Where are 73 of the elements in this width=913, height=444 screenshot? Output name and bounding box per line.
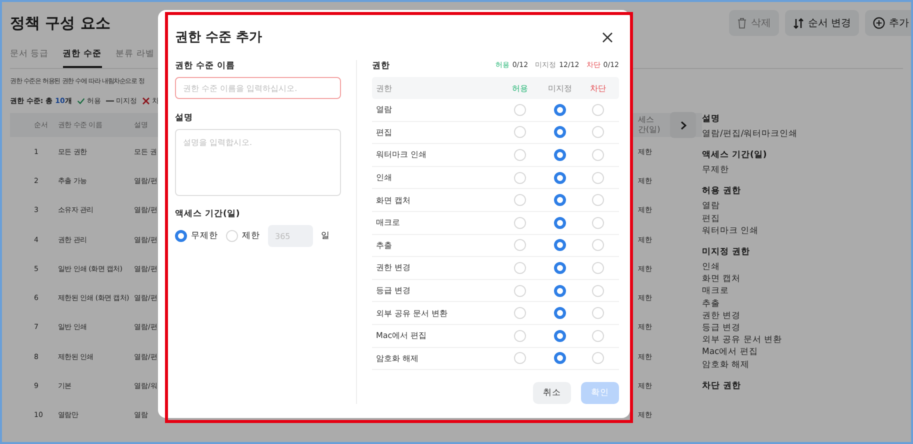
permission-name: 암호화 해제 — [375, 352, 420, 364]
radio-button[interactable] — [554, 307, 566, 320]
cancel-button[interactable]: 취소 — [533, 382, 571, 404]
detail-heading: 차단 권한 — [702, 380, 742, 392]
detail-value: 편집 — [702, 212, 721, 225]
detail-value: Mac에서 편집 — [702, 346, 759, 359]
detail-value: 추출 — [702, 298, 721, 310]
permission-name: 화면 캡처 — [375, 194, 412, 206]
trash-icon — [736, 17, 747, 29]
field-label: 설명 — [175, 112, 194, 124]
check-icon — [76, 97, 85, 105]
radio-button[interactable] — [554, 216, 566, 229]
permission-name: Mac에서 편집 — [375, 330, 428, 342]
detail-value: 암호화 해제 — [702, 358, 751, 371]
permission-name: 워터마크 인쇄 — [375, 149, 428, 160]
radio-button[interactable] — [554, 330, 566, 342]
field-label: 액세스 기간(일) — [175, 208, 241, 220]
toolbar-button[interactable]: 추가 — [865, 10, 911, 36]
radio-button[interactable] — [554, 104, 566, 116]
detail-value: 열람/편집/워터마크인쇄 — [702, 128, 798, 140]
detail-value: 매크로 — [702, 285, 730, 298]
detail-value: 권한 변경 — [702, 310, 742, 322]
column-header: 세스 간(일) — [638, 115, 662, 135]
radio-label: 무제한 — [191, 230, 218, 242]
field-label: 권한 수준 이름 — [175, 60, 236, 72]
radio-button[interactable] — [554, 126, 566, 138]
dash-icon — [106, 100, 114, 102]
chevron-right-icon — [680, 120, 686, 130]
column-header: 허용 — [511, 82, 529, 94]
radio-button[interactable] — [554, 148, 566, 161]
field-label: 권한 — [372, 60, 390, 72]
detail-value: 화면 캡처 — [702, 273, 742, 286]
next-column-button[interactable] — [670, 112, 696, 138]
detail-value: 열람 — [702, 200, 721, 213]
column-header: 차단 — [589, 82, 607, 94]
cross-icon — [142, 97, 150, 105]
unit-label: 일 — [321, 230, 330, 242]
permission-name: 열람 — [375, 104, 393, 116]
permission-name: 등급 변경 — [375, 285, 412, 296]
detail-heading: 액세스 기간(일) — [702, 149, 768, 162]
radio-button[interactable] — [554, 262, 566, 274]
radio-button[interactable] — [554, 284, 566, 297]
detail-value: 무제한 — [702, 164, 730, 176]
radio-button[interactable] — [554, 194, 566, 206]
permission-name: 외부 공유 문서 변환 — [375, 308, 449, 319]
column-header: 권한 — [375, 82, 393, 94]
page-title: 정책 구성 요소 — [10, 14, 110, 32]
detail-heading: 허용 권한 — [702, 185, 742, 198]
radio-button[interactable] — [554, 172, 566, 184]
close-icon[interactable] — [600, 30, 615, 44]
detail-heading: 미지정 권한 — [702, 246, 751, 258]
detail-value: 워터마크 인쇄 — [702, 224, 760, 238]
radio-button[interactable] — [175, 230, 187, 242]
detail-value: 인쇄 — [702, 261, 721, 274]
sort-icon — [792, 18, 804, 28]
permission-name: 편집 — [375, 126, 393, 138]
permission-name: 매크로 — [375, 217, 401, 228]
radio-label: 제한 — [242, 230, 260, 242]
radio-button[interactable] — [554, 352, 566, 364]
tab[interactable]: 권한 수준 — [62, 44, 102, 68]
description-input-field[interactable]: 설명을 입력합시오. — [175, 129, 341, 196]
radio-button[interactable] — [554, 239, 566, 252]
detail-value: 등급 변경 — [702, 322, 742, 334]
permission-name: 추출 — [375, 240, 393, 251]
permission-name: 인쇄 — [375, 172, 393, 184]
detail-heading: 설명 — [702, 113, 721, 125]
detail-value: 외부 공유 문서 변환 — [702, 334, 784, 346]
name-input-field[interactable]: 권한 수준 이름을 입력하십시오. — [175, 77, 341, 99]
permission-name: 권한 변경 — [375, 262, 412, 274]
plus-circle-icon — [873, 17, 885, 29]
toolbar-button[interactable]: 순서 변경 — [784, 10, 859, 36]
modal-title: 권한 수준 추가 — [175, 29, 262, 46]
column-header: 미지정 — [547, 82, 573, 94]
